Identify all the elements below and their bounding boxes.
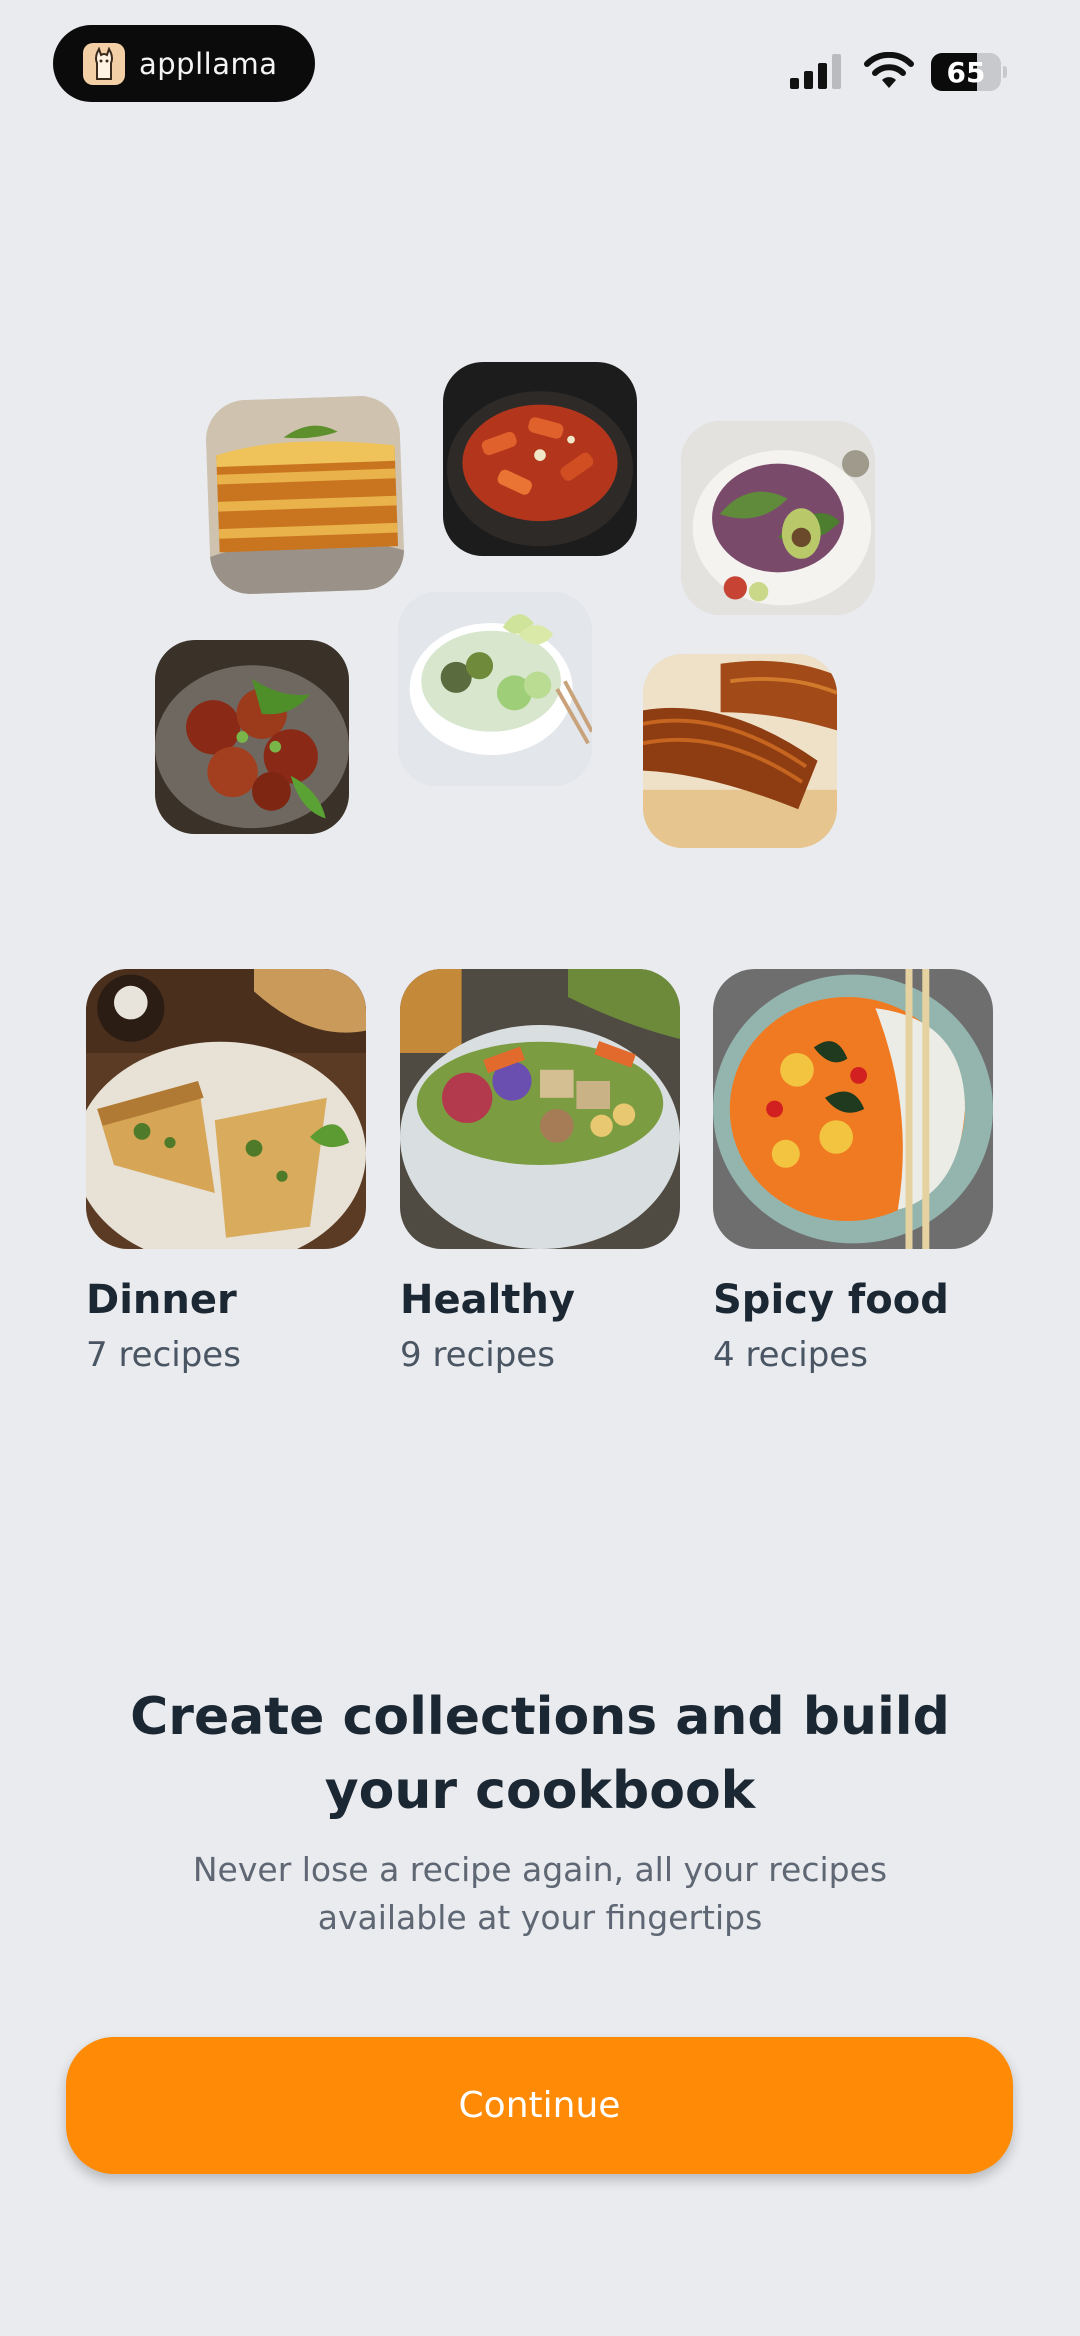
- headline-line: your cookbook: [324, 1761, 756, 1821]
- wifi-icon: [864, 52, 914, 88]
- category-card-healthy[interactable]: Healthy 9 recipes: [400, 969, 680, 1375]
- glazed-eel-photo: [643, 654, 837, 848]
- brand-pill: appllama: [53, 25, 315, 102]
- category-title: Healthy: [400, 1277, 575, 1323]
- rigatoni-pasta-photo: [443, 362, 637, 556]
- continue-button[interactable]: Continue: [66, 2037, 1013, 2174]
- category-recipe-count: 9 recipes: [400, 1335, 555, 1375]
- quiche-photo: [86, 969, 366, 1249]
- headline-line: Create collections and build: [130, 1687, 950, 1747]
- battery-level: 65: [946, 55, 986, 89]
- red-curry-photo: [713, 969, 993, 1249]
- lasagna-photo: [204, 394, 406, 596]
- spicy-wings-photo: [155, 640, 349, 834]
- page-title: Create collections and build your cookbo…: [90, 1680, 990, 1828]
- subtitle-line: available at your fingertips: [317, 1898, 763, 1937]
- avocado-salad-photo: [681, 421, 875, 615]
- cellular-signal-icon: [790, 54, 841, 89]
- category-title: Spicy food: [713, 1277, 949, 1323]
- category-card-dinner[interactable]: Dinner 7 recipes: [86, 969, 366, 1375]
- brand-name: appllama: [139, 46, 278, 81]
- llama-logo-icon: [83, 42, 125, 85]
- onboarding-screen: appllama 65 Dinner 7 recipes Healthy 9 r…: [0, 0, 1080, 2336]
- tofu-buddha-bowl-photo: [400, 969, 680, 1249]
- category-title: Dinner: [86, 1277, 237, 1323]
- page-subtitle: Never lose a recipe again, all your reci…: [140, 1846, 940, 1942]
- category-recipe-count: 4 recipes: [713, 1335, 868, 1375]
- battery-icon: 65: [931, 53, 1007, 91]
- edamame-bowl-photo: [398, 592, 592, 786]
- category-card-spicy-food[interactable]: Spicy food 4 recipes: [713, 969, 993, 1375]
- subtitle-line: Never lose a recipe again, all your reci…: [192, 1850, 888, 1889]
- category-recipe-count: 7 recipes: [86, 1335, 241, 1375]
